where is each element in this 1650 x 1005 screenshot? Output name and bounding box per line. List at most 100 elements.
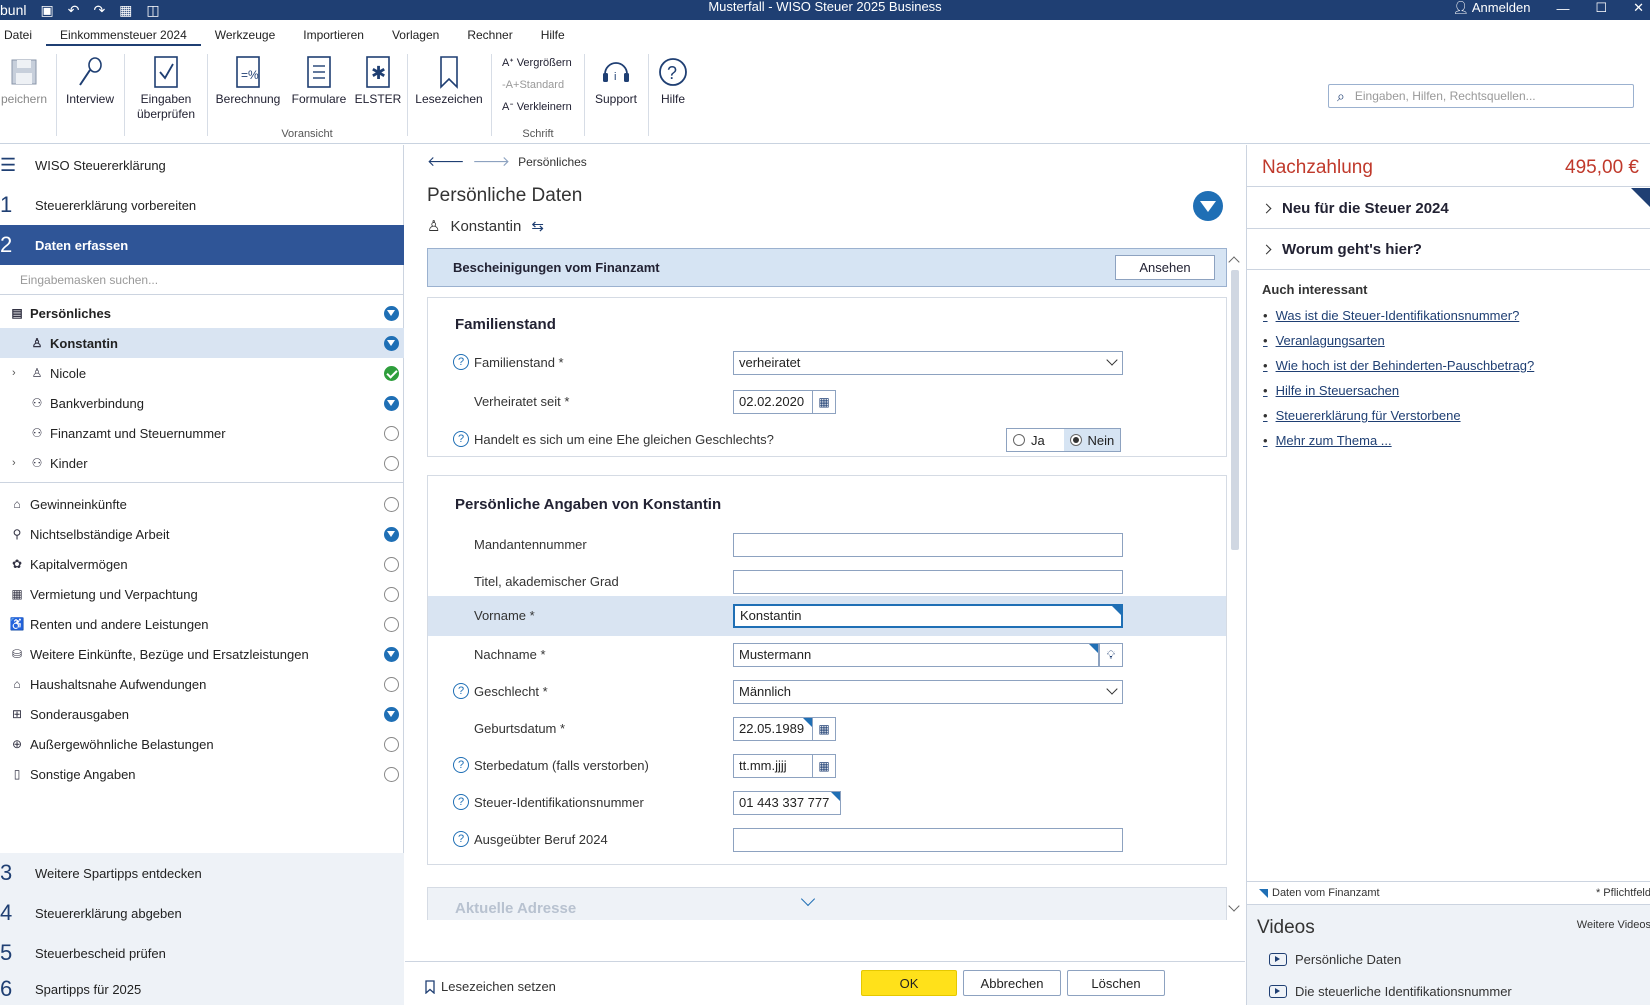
support-button[interactable]: i Support — [588, 52, 644, 107]
nav-item-konstantin[interactable]: ♙ Konstantin — [0, 328, 404, 358]
help-button[interactable]: ? Hilfe — [652, 52, 694, 107]
step-2[interactable]: 2 Daten erfassen — [0, 225, 404, 265]
calendar-icon[interactable]: ▦ — [812, 390, 836, 414]
font-standard-button[interactable]: -A+Standard — [502, 74, 572, 96]
nav-cat-nichtselbst[interactable]: ⚲ Nichtselbständige Arbeit — [0, 519, 404, 549]
menu-importieren[interactable]: Importieren — [289, 22, 378, 46]
last-name-input[interactable]: Mustermann — [733, 643, 1099, 667]
step-1[interactable]: 1 Steuererklärung vorbereiten — [0, 185, 404, 225]
calculation-button[interactable]: =% Berechnung — [212, 52, 284, 107]
nav-cat-haushalt[interactable]: ⌂ Haushaltsnahe Aufwendungen — [0, 669, 404, 699]
mandant-input[interactable] — [733, 533, 1123, 557]
back-arrow-icon[interactable]: 🡐 — [427, 153, 465, 170]
login-button[interactable]: 👤︎ Anmelden — [1452, 0, 1530, 16]
set-bookmark-button[interactable]: Lesezeichen setzen — [425, 979, 556, 994]
related-link[interactable]: Hilfe in Steuersachen — [1263, 378, 1534, 403]
gender-select[interactable]: Männlich — [733, 680, 1123, 704]
death-date-input[interactable]: tt.mm.jjjj — [733, 754, 813, 778]
help-icon[interactable]: ? — [453, 683, 469, 699]
nav-cat-aussergewoehnlich[interactable]: ⊕ Außergewöhnliche Belastungen — [0, 729, 404, 759]
related-link[interactable]: Wie hoch ist der Behinderten-Pauschbetra… — [1263, 353, 1535, 378]
menu-hilfe[interactable]: Hilfe — [527, 22, 579, 46]
delete-button[interactable]: Löschen — [1067, 970, 1165, 996]
birthdate-input[interactable]: 22.05.1989 — [733, 717, 813, 741]
nav-cat-vermietung[interactable]: ▦ Vermietung und Verpachtung — [0, 579, 404, 609]
ok-button[interactable]: OK — [861, 970, 957, 996]
nav-cat-weitere[interactable]: ⛁ Weitere Einkünfte, Bezüge und Ersatzle… — [0, 639, 404, 669]
option-yes[interactable]: Ja — [1007, 429, 1064, 451]
related-link[interactable]: Veranlagungsarten — [1263, 328, 1534, 353]
academic-title-input[interactable] — [733, 570, 1123, 594]
menu-rechner[interactable]: Rechner — [453, 22, 526, 46]
step-3[interactable]: 3 Weitere Spartipps entdecken — [0, 853, 404, 893]
payment-summary[interactable]: Nachzahlung 495,00 € — [1247, 145, 1650, 187]
font-smaller-button[interactable]: Aᐨ Verkleinern — [502, 96, 572, 118]
step-4[interactable]: 4 Steuererklärung abgeben — [0, 893, 404, 933]
forward-arrow-icon[interactable]: 🡒 — [473, 153, 511, 170]
menu-datei[interactable]: Datei — [0, 22, 46, 46]
nav-cat-kapital[interactable]: ✿ Kapitalvermögen — [0, 549, 404, 579]
lightbulb-icon[interactable]: 💡︎ — [1099, 643, 1123, 667]
nav-item-finanzamt[interactable]: ⚇ Finanzamt und Steuernummer — [0, 418, 404, 448]
more-videos-link[interactable]: Weitere Videos — [1577, 919, 1650, 931]
related-link[interactable]: Steuererklärung für Verstorbene — [1263, 403, 1534, 428]
occupation-input[interactable] — [733, 828, 1123, 852]
cancel-button[interactable]: Abbrechen — [963, 970, 1061, 996]
married-since-input[interactable]: 02.02.2020 — [733, 390, 813, 414]
nav-cat-gewinn[interactable]: ⌂ Gewinneinkünfte — [0, 489, 404, 519]
global-search-input[interactable]: ⌕ Eingaben, Hilfen, Rechtsquellen... — [1328, 84, 1634, 108]
step-6[interactable]: 6 Spartipps für 2025 — [0, 973, 404, 1005]
option-no[interactable]: Nein — [1063, 429, 1120, 451]
close-icon[interactable]: ✕ — [1633, 0, 1644, 16]
nav-cat-sonstige[interactable]: ▯ Sonstige Angaben — [0, 759, 404, 789]
nav-header[interactable]: ☰ WISO Steuererklärung — [0, 145, 404, 185]
accordion-new-2024[interactable]: Neu für die Steuer 2024 — [1247, 188, 1650, 229]
help-icon[interactable]: ? — [453, 354, 469, 370]
nav-item-kinder[interactable]: › ⚇ Kinder — [0, 448, 404, 478]
main-scrollbar[interactable] — [1227, 248, 1243, 920]
address-section-collapsed[interactable]: Aktuelle Adresse — [427, 887, 1227, 920]
video-item[interactable]: Persönliche Daten — [1269, 952, 1401, 967]
font-bigger-button[interactable]: Aᐩ Vergrößern — [502, 52, 572, 74]
chevron-right-icon[interactable]: › — [12, 367, 16, 379]
switch-person-icon[interactable]: ⇆ — [531, 217, 544, 235]
breadcrumb-label[interactable]: Persönliches — [518, 155, 587, 169]
scroll-down-icon[interactable] — [1228, 900, 1240, 912]
scroll-thumb[interactable] — [1231, 270, 1239, 550]
nav-item-nicole[interactable]: › ♙ Nicole — [0, 358, 404, 388]
nav-search-input[interactable]: Eingabemasken suchen... — [0, 265, 404, 295]
step-5[interactable]: 5 Steuerbescheid prüfen — [0, 933, 404, 973]
scroll-up-icon[interactable] — [1228, 256, 1240, 268]
accordion-about[interactable]: Worum geht's hier? — [1247, 229, 1650, 270]
related-link[interactable]: Was ist die Steuer-Identifikationsnummer… — [1263, 303, 1534, 328]
related-link[interactable]: Mehr zum Thema ... — [1263, 428, 1534, 453]
nav-item-persoenliches[interactable]: ▤ Persönliches — [0, 298, 404, 328]
menu-vorlagen[interactable]: Vorlagen — [378, 22, 453, 46]
maximize-icon[interactable]: ☐ — [1595, 0, 1607, 16]
menu-einkommensteuer[interactable]: Einkommensteuer 2024 — [46, 22, 201, 46]
check-entries-button[interactable]: Eingaben überprüfen — [128, 52, 204, 122]
help-icon[interactable]: ? — [453, 794, 469, 810]
nav-item-bankverbindung[interactable]: ⚇ Bankverbindung — [0, 388, 404, 418]
calendar-icon[interactable]: ▦ — [812, 754, 836, 778]
help-icon[interactable]: ? — [453, 831, 469, 847]
bookmarks-button[interactable]: Lesezeichen — [412, 52, 486, 107]
video-item[interactable]: Die steuerliche Identifikationsnummer — [1269, 984, 1512, 999]
first-name-input[interactable]: Konstantin — [733, 604, 1123, 628]
minimize-icon[interactable]: — — [1556, 1, 1569, 16]
help-icon[interactable]: ? — [453, 757, 469, 773]
nav-cat-renten[interactable]: ♿ Renten und andere Leistungen — [0, 609, 404, 639]
menu-werkzeuge[interactable]: Werkzeuge — [201, 22, 289, 46]
tax-id-input[interactable]: 01 443 337 777 — [733, 791, 841, 815]
nav-cat-sonderausgaben[interactable]: ⊞ Sonderausgaben — [0, 699, 404, 729]
view-button[interactable]: Ansehen — [1115, 255, 1215, 280]
familienstand-select[interactable]: verheiratet — [733, 351, 1123, 375]
forms-button[interactable]: Formulare — [288, 52, 350, 107]
save-ribbon-button[interactable]: peichern — [0, 52, 48, 107]
help-icon[interactable]: ? — [453, 431, 469, 447]
interview-button[interactable]: Interview — [60, 52, 120, 107]
filter-dropdown-button[interactable] — [1193, 191, 1223, 221]
elster-button[interactable]: ✱ ELSTER — [354, 52, 402, 107]
chevron-right-icon[interactable]: › — [12, 457, 16, 469]
calendar-icon[interactable]: ▦ — [812, 717, 836, 741]
